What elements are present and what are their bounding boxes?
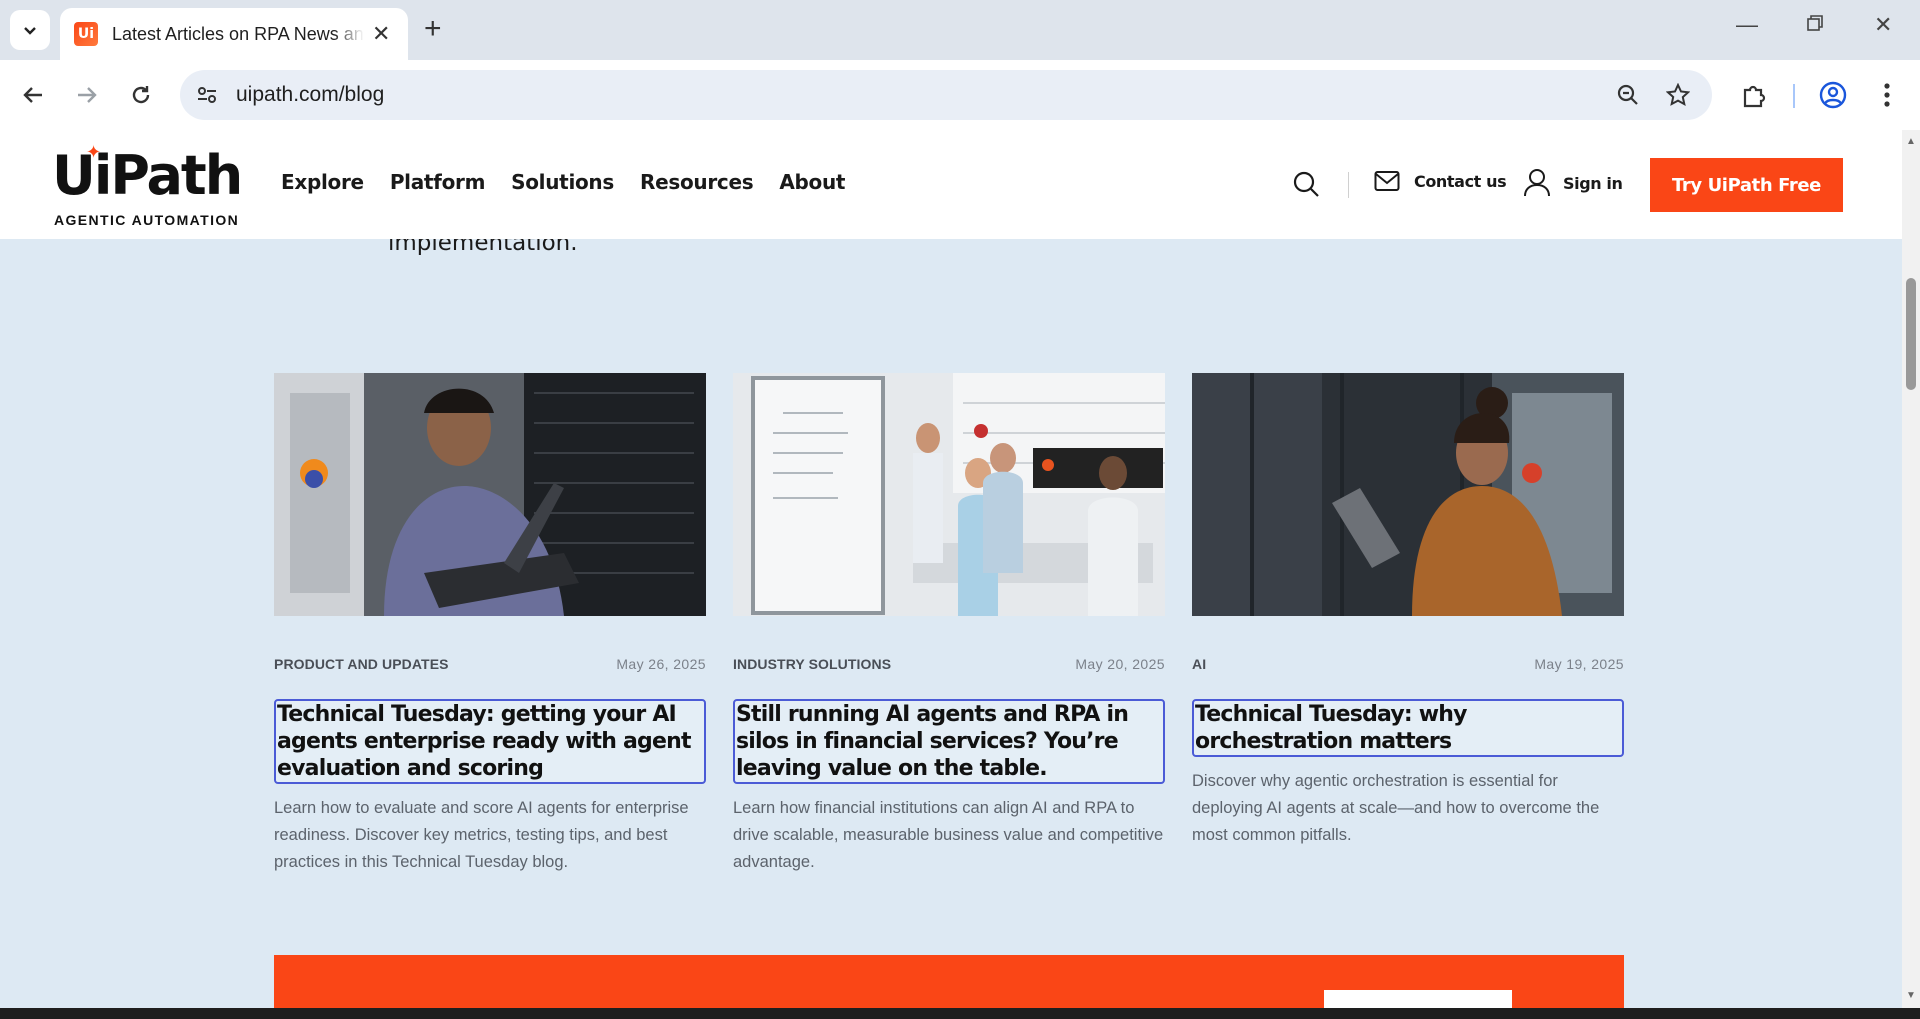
scrollbar-thumb[interactable] bbox=[1906, 278, 1916, 390]
nav-about[interactable]: About bbox=[779, 170, 845, 194]
zoom-icon[interactable] bbox=[1614, 81, 1642, 109]
minimize-icon[interactable]: — bbox=[1736, 12, 1758, 38]
card-date: May 26, 2025 bbox=[616, 656, 706, 672]
card-date: May 19, 2025 bbox=[1534, 656, 1624, 672]
blog-card[interactable]: AI May 19, 2025 Technical Tuesday: why o… bbox=[1192, 373, 1624, 844]
contact-us-link[interactable]: Contact us bbox=[1374, 170, 1507, 192]
card-title-link[interactable]: Technical Tuesday: getting your AI agent… bbox=[274, 699, 706, 784]
bottom-edge-bar bbox=[0, 1008, 1920, 1019]
card-meta: AI May 19, 2025 bbox=[1192, 656, 1624, 672]
forward-button[interactable] bbox=[68, 76, 106, 114]
header-divider bbox=[1348, 172, 1349, 198]
card-description: Discover why agentic orchestration is es… bbox=[1192, 772, 1600, 844]
reload-button[interactable] bbox=[122, 76, 160, 114]
arrow-right-icon bbox=[78, 87, 97, 103]
extensions-puzzle-icon[interactable] bbox=[1739, 80, 1769, 110]
browser-menu-kebab-icon[interactable] bbox=[1872, 80, 1902, 110]
card-description: Learn how financial institutions can ali… bbox=[733, 799, 1164, 871]
sign-in-label: Sign in bbox=[1563, 173, 1623, 193]
site-info-icon[interactable] bbox=[192, 80, 222, 110]
browser-tab-strip: Ui Latest Articles on RPA News and Insig… bbox=[0, 0, 1920, 60]
try-uipath-free-button[interactable]: Try UiPath Free bbox=[1650, 158, 1843, 212]
cta-banner-button[interactable] bbox=[1324, 990, 1512, 1008]
card-title-link[interactable]: Technical Tuesday: why orchestration mat… bbox=[1192, 699, 1624, 757]
uipath-logo[interactable]: UiPath ✦ AGENTIC AUTOMATION bbox=[52, 142, 243, 234]
main-navigation: Explore Platform Solutions Resources Abo… bbox=[281, 170, 845, 194]
site-header: UiPath ✦ AGENTIC AUTOMATION Explore Plat… bbox=[0, 130, 1902, 239]
toolbar-divider bbox=[1793, 84, 1795, 108]
mail-icon bbox=[1374, 171, 1400, 191]
browser-toolbar: uipath.com/blog bbox=[0, 60, 1920, 130]
uipath-favicon-icon: Ui bbox=[74, 22, 98, 46]
card-date: May 20, 2025 bbox=[1075, 656, 1165, 672]
page-scrollbar[interactable]: ▲ ▼ bbox=[1902, 130, 1920, 1008]
scroll-down-arrow-icon[interactable]: ▼ bbox=[1906, 990, 1916, 1001]
nav-solutions[interactable]: Solutions bbox=[511, 170, 614, 194]
tab-search-button[interactable] bbox=[10, 10, 50, 50]
card-image[interactable] bbox=[1192, 373, 1624, 616]
tab-title: Latest Articles on RPA News and Insights bbox=[112, 23, 364, 44]
card-title-link[interactable]: Still running AI agents and RPA in silos… bbox=[733, 699, 1165, 784]
arrow-left-icon bbox=[23, 87, 42, 103]
logo-tagline: AGENTIC AUTOMATION bbox=[54, 212, 240, 228]
back-button[interactable] bbox=[14, 76, 52, 114]
close-tab-icon[interactable]: ✕ bbox=[372, 23, 390, 45]
close-window-icon[interactable]: ✕ bbox=[1874, 12, 1892, 38]
scroll-up-arrow-icon[interactable]: ▲ bbox=[1906, 136, 1916, 147]
card-category[interactable]: PRODUCT AND UPDATES bbox=[274, 656, 449, 672]
card-category[interactable]: AI bbox=[1192, 656, 1206, 672]
card-image[interactable] bbox=[733, 373, 1165, 616]
browser-tab-active[interactable]: Ui Latest Articles on RPA News and Insig… bbox=[60, 8, 408, 60]
chevron-down-icon bbox=[24, 27, 36, 35]
address-bar[interactable]: uipath.com/blog bbox=[180, 70, 1712, 120]
logo-wordmark-text: UiPath bbox=[52, 144, 243, 207]
card-description: Learn how to evaluate and score AI agent… bbox=[274, 799, 689, 871]
cta-banner bbox=[274, 955, 1624, 1008]
sign-in-link[interactable]: Sign in bbox=[1523, 168, 1623, 198]
card-meta: INDUSTRY SOLUTIONS May 20, 2025 bbox=[733, 656, 1165, 672]
nav-explore[interactable]: Explore bbox=[281, 170, 364, 194]
page-viewport: implementation. PRODUCT AND UPDATES May … bbox=[0, 130, 1902, 1008]
card-category[interactable]: INDUSTRY SOLUTIONS bbox=[733, 656, 891, 672]
logo-sparkle-icon: ✦ bbox=[86, 142, 102, 162]
blog-card[interactable]: INDUSTRY SOLUTIONS May 20, 2025 Still ru… bbox=[733, 373, 1165, 871]
card-meta: PRODUCT AND UPDATES May 26, 2025 bbox=[274, 656, 706, 672]
new-tab-plus-icon[interactable]: + bbox=[424, 14, 442, 44]
bookmark-star-icon[interactable] bbox=[1664, 81, 1692, 109]
profile-avatar-icon[interactable] bbox=[1818, 80, 1848, 110]
search-icon[interactable] bbox=[1292, 170, 1322, 200]
contact-us-label: Contact us bbox=[1414, 171, 1507, 191]
nav-resources[interactable]: Resources bbox=[640, 170, 754, 194]
user-icon bbox=[1524, 169, 1550, 197]
card-image[interactable] bbox=[274, 373, 706, 616]
reload-icon bbox=[132, 86, 150, 104]
blog-card[interactable]: PRODUCT AND UPDATES May 26, 2025 Technic… bbox=[274, 373, 706, 871]
nav-platform[interactable]: Platform bbox=[390, 170, 486, 194]
logo-wordmark: UiPath bbox=[52, 144, 243, 207]
restore-icon[interactable] bbox=[1806, 12, 1824, 38]
url-text: uipath.com/blog bbox=[236, 83, 385, 106]
